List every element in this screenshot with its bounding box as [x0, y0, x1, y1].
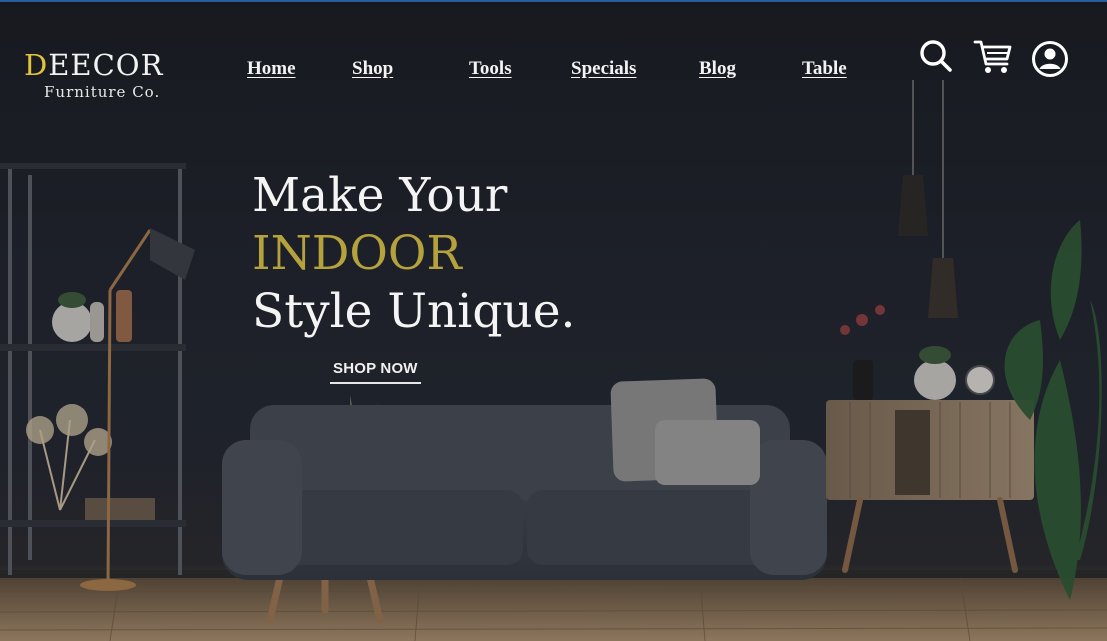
cart-icon[interactable]	[973, 38, 1013, 80]
logo-name: EECOR	[48, 48, 164, 82]
hero-headline-line1: Make Your	[252, 168, 508, 223]
user-icon[interactable]	[1030, 38, 1070, 82]
nav-blog[interactable]: Blog	[699, 58, 736, 80]
nav-table[interactable]: Table	[802, 58, 847, 80]
brand-logo[interactable]: DEECOR Furniture Co.	[24, 50, 184, 110]
nav-shop[interactable]: Shop	[352, 58, 393, 80]
logo-initial: D	[24, 48, 49, 82]
logo-tagline: Furniture Co.	[44, 83, 161, 101]
search-icon[interactable]	[918, 38, 954, 78]
hero-headline-accent: INDOOR	[252, 226, 462, 281]
nav-specials[interactable]: Specials	[571, 58, 636, 80]
nav-home[interactable]: Home	[247, 58, 296, 80]
hero-headline-line3: Style Unique.	[252, 284, 576, 339]
nav-tools[interactable]: Tools	[469, 58, 512, 80]
header-actions	[918, 38, 1078, 82]
logo-wordmark: DEECOR	[24, 50, 184, 80]
shop-now-button[interactable]: SHOP NOW	[330, 358, 421, 384]
